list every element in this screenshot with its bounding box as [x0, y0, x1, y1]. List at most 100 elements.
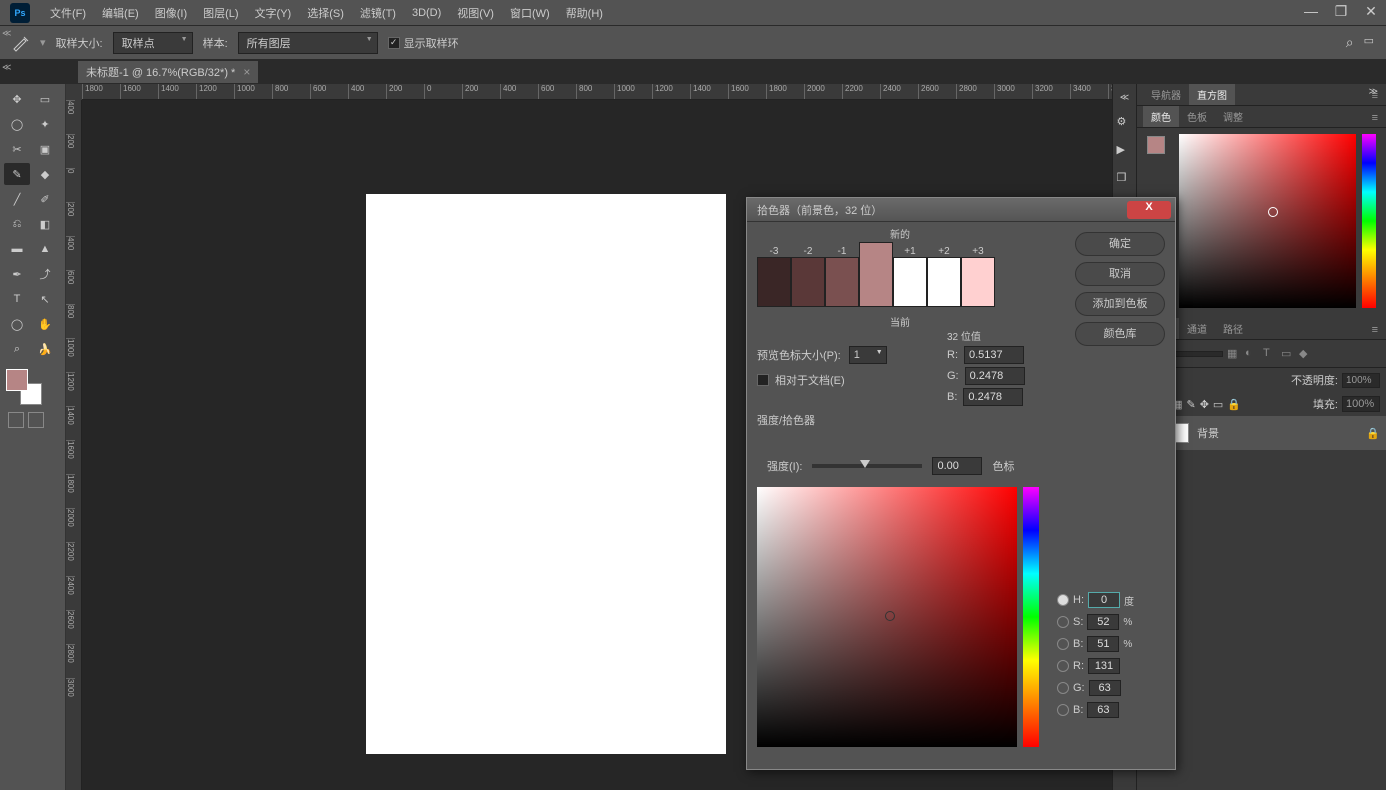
menu-image[interactable]: 图像(I) — [147, 5, 195, 21]
marquee-tool[interactable]: ▭ — [32, 88, 58, 110]
menu-help[interactable]: 帮助(H) — [558, 5, 611, 21]
b-hsb-radio[interactable] — [1057, 638, 1069, 650]
panel-hue-slider[interactable] — [1362, 134, 1376, 308]
menu-view[interactable]: 视图(V) — [449, 5, 502, 21]
eyedropper-tool[interactable]: ✎ — [4, 163, 30, 185]
menu-3d[interactable]: 3D(D) — [404, 7, 449, 19]
tab-channels[interactable]: 通道 — [1179, 318, 1215, 339]
panel-collapse[interactable]: ≫ — [1369, 86, 1378, 97]
filter-shape-icon[interactable]: ▭ — [1281, 347, 1295, 361]
exposure-swatch[interactable] — [757, 257, 791, 307]
g-input[interactable] — [1089, 680, 1121, 696]
panel-menu-icon[interactable]: ≡ — [1364, 321, 1386, 339]
menu-file[interactable]: 文件(F) — [42, 5, 94, 21]
s-radio[interactable] — [1057, 616, 1069, 628]
menu-filter[interactable]: 滤镜(T) — [352, 5, 404, 21]
sample-select[interactable]: 所有图层 — [238, 32, 378, 54]
b-input[interactable] — [1087, 702, 1119, 718]
bucket-tool[interactable]: ▲ — [32, 238, 58, 260]
color-library-button[interactable]: 颜色库 — [1075, 322, 1165, 346]
foreground-color-swatch[interactable] — [6, 369, 28, 391]
opacity-input[interactable] — [1342, 373, 1380, 388]
eyedropper-tool-icon[interactable] — [10, 33, 30, 53]
r-radio[interactable] — [1057, 660, 1069, 672]
cancel-button[interactable]: 取消 — [1075, 262, 1165, 286]
menu-window[interactable]: 窗口(W) — [502, 5, 558, 21]
ruler-tool[interactable]: ◆ — [32, 163, 58, 185]
panel-menu-icon[interactable]: ≡ — [1364, 109, 1386, 127]
lasso-tool[interactable]: ◯ — [4, 113, 30, 135]
canvas[interactable] — [366, 194, 726, 754]
collapse-left[interactable]: ≪ — [2, 28, 11, 39]
panel-color-swatch[interactable] — [1147, 136, 1165, 154]
magic-wand-tool[interactable]: ✦ — [32, 113, 58, 135]
b32-input[interactable] — [963, 388, 1023, 406]
document-tab[interactable]: 未标题-1 @ 16.7%(RGB/32*) * × — [78, 61, 258, 83]
ok-button[interactable]: 确定 — [1075, 232, 1165, 256]
tab-navigator[interactable]: 导航器 — [1143, 84, 1189, 105]
move-tool[interactable]: ✥ — [4, 88, 30, 110]
b-radio[interactable] — [1057, 704, 1069, 716]
text-tool[interactable]: T — [4, 288, 30, 310]
presets-icon[interactable]: ⚙ — [1117, 115, 1133, 131]
r32-input[interactable] — [964, 346, 1024, 364]
s-input[interactable] — [1087, 614, 1119, 630]
filter-image-icon[interactable]: ▦ — [1227, 347, 1241, 361]
lock-move-icon[interactable]: ✥ — [1200, 398, 1209, 411]
hue-slider[interactable] — [1023, 487, 1039, 747]
gradient-tool[interactable]: ▬ — [4, 238, 30, 260]
relative-checkbox[interactable] — [757, 374, 769, 386]
color-field[interactable] — [757, 487, 1017, 747]
g32-input[interactable] — [965, 367, 1025, 385]
b-hsb-input[interactable] — [1087, 636, 1119, 652]
workspace-icon[interactable]: ▭ — [1364, 34, 1374, 51]
add-swatch-button[interactable]: 添加到色板 — [1075, 292, 1165, 316]
clone-tool[interactable]: ⎌ — [4, 213, 30, 235]
filter-text-icon[interactable]: T — [1263, 347, 1277, 361]
exposure-swatch[interactable] — [825, 257, 859, 307]
slice-tool[interactable]: ▣ — [32, 138, 58, 160]
direct-select-tool[interactable]: ↖ — [32, 288, 58, 310]
shape-tool[interactable]: ◯ — [4, 313, 30, 335]
tab-histogram[interactable]: 直方图 — [1189, 84, 1235, 105]
lock-artboard-icon[interactable]: ▭ — [1213, 398, 1223, 411]
banana-tool[interactable]: 🍌 — [32, 338, 58, 360]
dialog-close-button[interactable]: X — [1127, 201, 1171, 219]
filter-adjust-icon[interactable]: ◐ — [1245, 347, 1259, 361]
cube-icon[interactable]: ❒ — [1117, 171, 1133, 187]
exposure-swatch[interactable] — [927, 257, 961, 307]
h-input[interactable] — [1088, 592, 1120, 608]
sample-size-select[interactable]: 取样点 — [113, 32, 193, 54]
panel-color-field[interactable] — [1179, 134, 1356, 308]
h-radio[interactable] — [1057, 594, 1069, 606]
exposure-swatch[interactable] — [859, 242, 893, 307]
fill-input[interactable] — [1342, 396, 1380, 412]
lock-brush-icon[interactable]: ✎ — [1186, 398, 1195, 411]
quick-mask-icon[interactable] — [8, 412, 24, 428]
menu-edit[interactable]: 编辑(E) — [94, 5, 147, 21]
r-input[interactable] — [1088, 658, 1120, 674]
show-sampling-ring[interactable]: ✓显示取样环 — [388, 35, 459, 51]
exposure-swatch[interactable] — [791, 257, 825, 307]
tab-color[interactable]: 颜色 — [1143, 106, 1179, 127]
collapse-right[interactable]: ≪ — [1120, 92, 1129, 103]
restore-button[interactable]: ❐ — [1326, 3, 1356, 23]
tab-paths[interactable]: 路径 — [1215, 318, 1251, 339]
menu-select[interactable]: 选择(S) — [299, 5, 352, 21]
brush-tool[interactable]: ╱ — [4, 188, 30, 210]
pencil-tool[interactable]: ✐ — [32, 188, 58, 210]
intensity-input[interactable] — [932, 457, 982, 475]
crop-tool[interactable]: ✂ — [4, 138, 30, 160]
zoom-tool[interactable]: ⌕ — [4, 338, 30, 360]
close-button[interactable]: ✕ — [1356, 3, 1386, 23]
search-icon[interactable]: ⌕ — [1346, 34, 1354, 51]
exposure-swatch[interactable] — [961, 257, 995, 307]
tab-swatches[interactable]: 色板 — [1179, 106, 1215, 127]
lock-all-icon[interactable]: 🔒 — [1227, 398, 1241, 411]
menu-type[interactable]: 文字(Y) — [247, 5, 300, 21]
pen-tool[interactable]: ✒ — [4, 263, 30, 285]
exposure-swatch[interactable] — [893, 257, 927, 307]
screen-mode-icon[interactable] — [28, 412, 44, 428]
hand-tool[interactable]: ✋ — [32, 313, 58, 335]
play-icon[interactable]: ▶ — [1117, 143, 1133, 159]
